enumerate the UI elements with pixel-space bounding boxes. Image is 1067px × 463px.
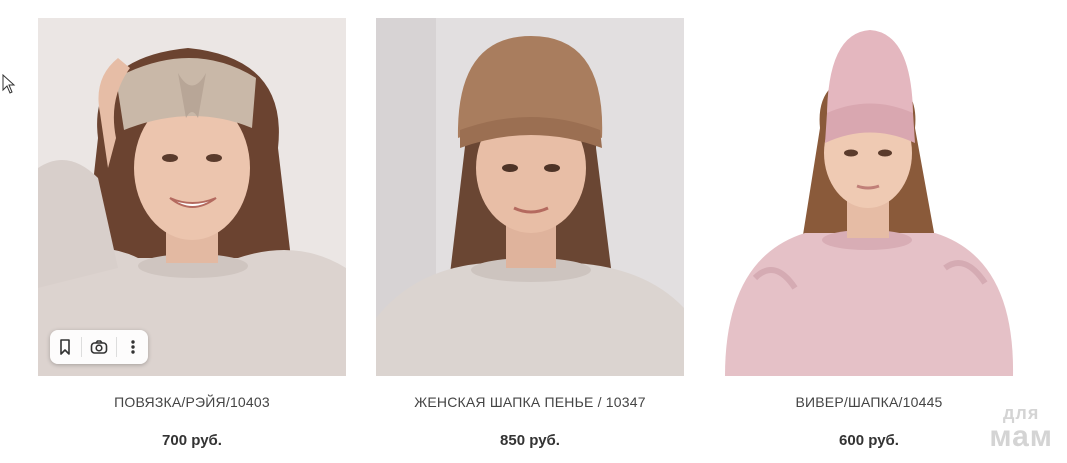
more-vertical-icon[interactable]	[120, 334, 146, 360]
image-toolbar	[50, 330, 148, 364]
product-photo[interactable]	[38, 18, 346, 376]
product-photo[interactable]	[376, 18, 684, 376]
product-card[interactable]: ВИВЕР/ШАПКА/10445 600 руб.	[715, 18, 1023, 449]
toolbar-divider	[81, 337, 83, 357]
product-photo[interactable]	[715, 18, 1023, 376]
toolbar-divider	[115, 337, 117, 357]
camera-icon[interactable]	[86, 334, 112, 360]
bookmark-icon[interactable]	[52, 334, 78, 360]
product-price: 700 руб.	[162, 432, 222, 449]
watermark-line2: мам	[989, 419, 1053, 453]
product-price: 850 руб.	[500, 432, 560, 449]
product-title[interactable]: ЖЕНСКАЯ ШАПКА ПЕНЬЕ / 10347	[376, 394, 684, 410]
product-title[interactable]: ВИВЕР/ШАПКА/10445	[715, 394, 1023, 410]
mouse-cursor-icon	[2, 74, 16, 94]
product-title[interactable]: ПОВЯЗКА/РЭЙЯ/10403	[38, 394, 346, 410]
site-watermark: для мам	[989, 404, 1053, 453]
product-card[interactable]: ПОВЯЗКА/РЭЙЯ/10403 700 руб.	[38, 18, 346, 449]
product-card[interactable]: ЖЕНСКАЯ ШАПКА ПЕНЬЕ / 10347 850 руб.	[376, 18, 684, 449]
product-price: 600 руб.	[839, 432, 899, 449]
